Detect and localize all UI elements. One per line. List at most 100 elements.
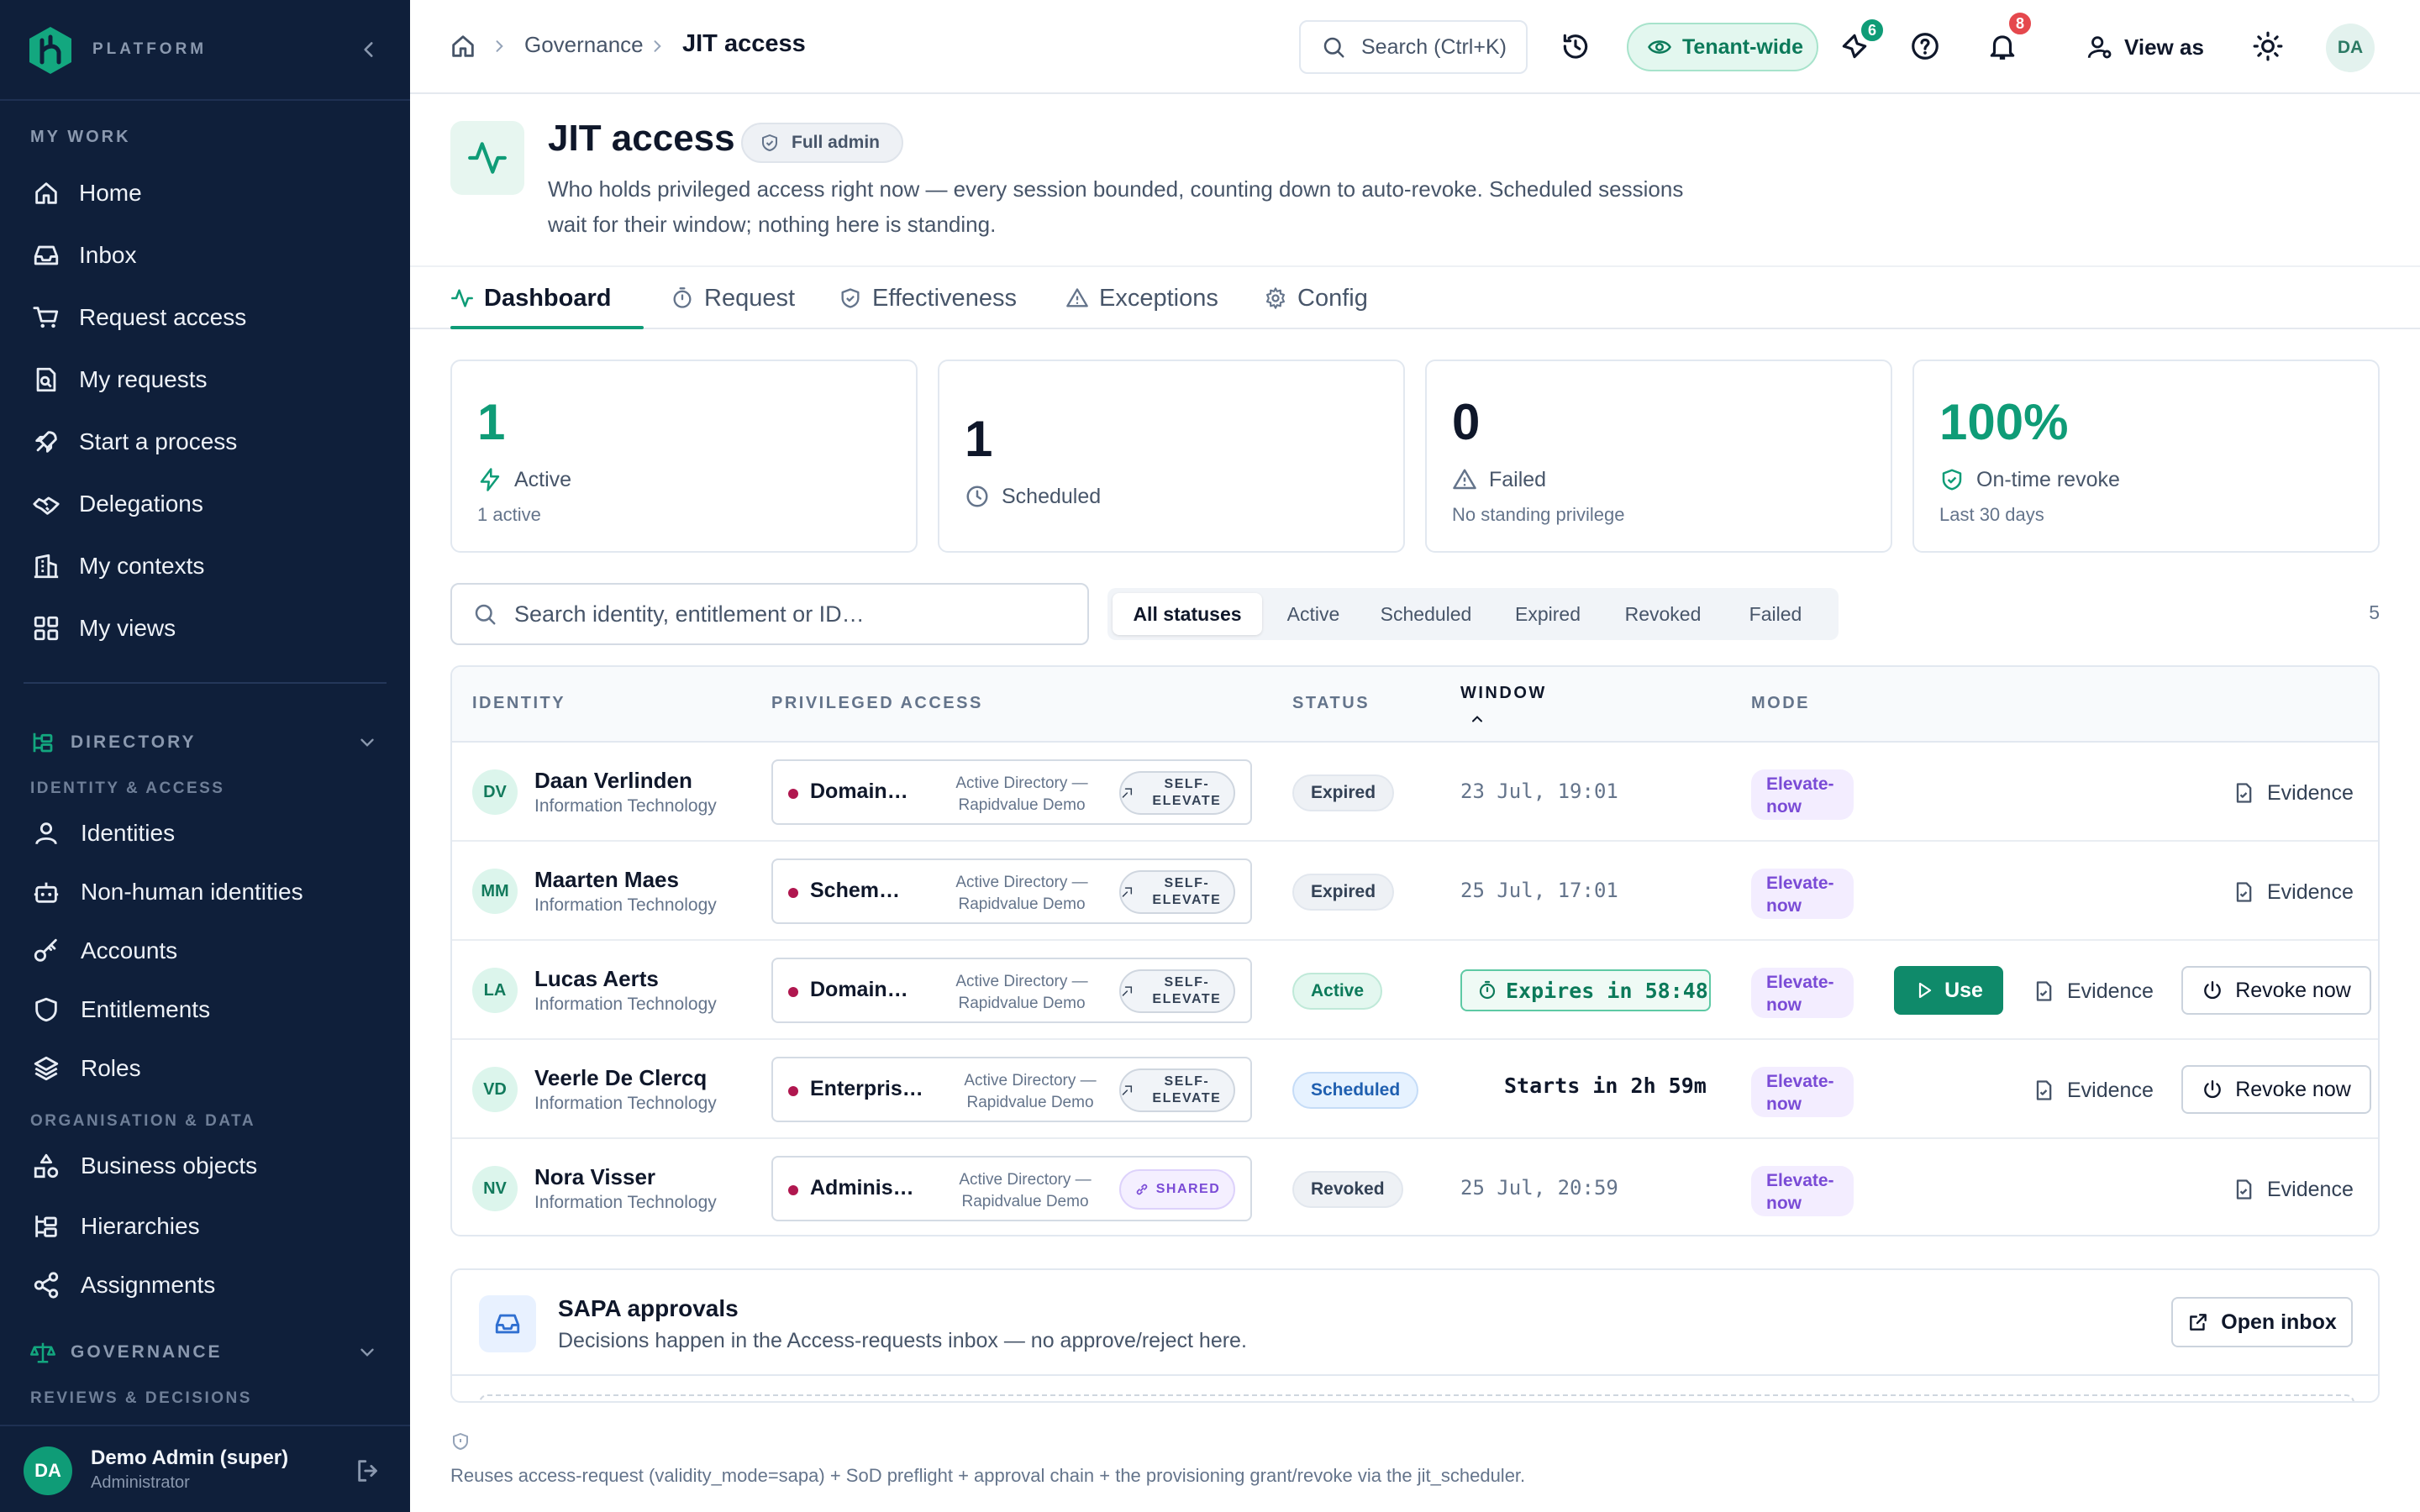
evidence-button[interactable]: Evidence: [2232, 874, 2354, 911]
home-icon[interactable]: [449, 32, 477, 60]
sidebar-item-label: My contexts: [79, 553, 205, 579]
use-session-button[interactable]: Use: [1894, 966, 2003, 1015]
identity-name[interactable]: Lucas Aerts: [534, 966, 659, 992]
breadcrumb-governance[interactable]: Governance: [524, 32, 644, 58]
sidebar-divider: [24, 682, 387, 684]
status-filter-failed[interactable]: Failed: [1724, 593, 1827, 635]
history-icon[interactable]: [1560, 30, 1591, 62]
status-filter-scheduled[interactable]: Scheduled: [1363, 593, 1489, 635]
sidebar-item-label: Inbox: [79, 242, 137, 268]
stat-value: 1: [477, 394, 506, 450]
handshake-icon: [33, 496, 60, 515]
evidence-label: Evidence: [2067, 979, 2154, 1003]
sidebar-item-inbox[interactable]: Inbox: [24, 228, 387, 282]
avatar: LA: [472, 968, 518, 1013]
mode-tag: SHARED: [1119, 1169, 1235, 1210]
view-as-button[interactable]: View as: [2086, 27, 2204, 67]
building-icon: [34, 554, 59, 579]
activity-icon: [451, 289, 473, 307]
sidebar-item-my-contexts[interactable]: My contexts: [24, 539, 387, 593]
sidebar-item-start-process[interactable]: Start a process: [24, 415, 387, 469]
mode-tag: SELF-ELEVATE: [1119, 870, 1235, 914]
entitlement-chip[interactable]: Enterprise Admins Active Directory — Rap…: [771, 1057, 1252, 1122]
identity-name[interactable]: Maarten Maes: [534, 867, 679, 893]
activity-count-badge: 6: [1859, 17, 1886, 44]
sidebar-item-my-requests[interactable]: My requests: [24, 353, 387, 407]
avatar[interactable]: DA: [2326, 24, 2375, 72]
entitlement-chip[interactable]: Domain Admins Active Directory — Rapidva…: [771, 958, 1252, 1023]
revoke-now-button[interactable]: Revoke now: [2181, 1065, 2371, 1114]
governance-group-toggle[interactable]: GOVERNANCE: [24, 1332, 387, 1373]
revoke-now-button[interactable]: Revoke now: [2181, 966, 2371, 1015]
evidence-button[interactable]: Evidence: [2232, 1171, 2354, 1208]
open-inbox-label: Open inbox: [2221, 1310, 2337, 1334]
evidence-button[interactable]: Evidence: [2032, 973, 2154, 1010]
inbox-icon: [495, 1314, 520, 1334]
evidence-button[interactable]: Evidence: [2232, 774, 2354, 811]
sidebar-item-label: Roles: [81, 1055, 141, 1081]
theme-sun-icon[interactable]: [2252, 30, 2284, 62]
identity-department: Information Technology: [534, 1193, 717, 1212]
chevron-right-icon: [654, 40, 661, 52]
identity-name[interactable]: Nora Visser: [534, 1164, 655, 1190]
tab-exceptions[interactable]: Exceptions: [1065, 267, 1218, 329]
identity-name[interactable]: Veerle De Clercq: [534, 1065, 707, 1091]
status-badge: Active: [1292, 973, 1383, 1010]
sidebar-item-business-objects[interactable]: Business objects: [24, 1139, 387, 1193]
sidebar-item-assignments[interactable]: Assignments: [24, 1258, 387, 1312]
entitlement-name: Enterprise Admins: [810, 1077, 924, 1100]
brand-name: PLATFORM: [92, 40, 208, 58]
stat-meta: Active: [477, 467, 571, 492]
stat-meta: Scheduled: [965, 484, 1101, 509]
status-filter-expired[interactable]: Expired: [1494, 593, 1602, 635]
status-filter-all[interactable]: All statuses: [1113, 593, 1262, 635]
tenant-label: Tenant-wide: [1682, 34, 1803, 59]
entitlement-source: Active Directory — Rapidvalue Demo: [955, 874, 1088, 913]
evidence-icon: [2036, 981, 2052, 1001]
sidebar-item-delegations[interactable]: Delegations: [24, 477, 387, 531]
sidebar-item-my-views[interactable]: My views: [24, 601, 387, 655]
column-window[interactable]: WINDOW: [1460, 684, 1547, 703]
sidebar-item-roles[interactable]: Roles: [24, 1042, 387, 1095]
sidebar-item-request-access[interactable]: Request access: [24, 291, 387, 344]
evidence-button[interactable]: Evidence: [2032, 1072, 2154, 1109]
sidebar-item-identities[interactable]: Identities: [24, 806, 387, 860]
page-title: JIT access: [548, 118, 735, 159]
directory-group-toggle[interactable]: DIRECTORY: [24, 722, 387, 763]
stat-sublabel: 1 active: [477, 504, 541, 525]
entitlement-chip[interactable]: Domain Admins Active Directory — Rapidva…: [771, 759, 1252, 825]
help-icon[interactable]: [1909, 30, 1941, 62]
sidebar-item-label: Business objects: [81, 1152, 258, 1179]
tab-effectiveness[interactable]: Effectiveness: [839, 267, 1017, 329]
column-privileged-access: PRIVILEGED ACCESS: [771, 694, 983, 712]
sidebar-item-home[interactable]: Home: [24, 166, 387, 220]
identity-name[interactable]: Daan Verlinden: [534, 768, 692, 794]
mode-tag-label: SELF-ELEVATE: [1152, 975, 1222, 1006]
user-profile[interactable]: DA Demo Admin (super) Administrator: [0, 1425, 410, 1512]
link-icon: [1136, 1184, 1147, 1195]
tab-request[interactable]: Request: [671, 267, 795, 329]
timer-icon: [1479, 980, 1496, 1000]
entitlement-chip[interactable]: Schema Admins Active Directory — Rapidva…: [771, 858, 1252, 924]
session-search-input[interactable]: Search identity, entitlement or ID…: [450, 583, 1089, 645]
tab-config[interactable]: Config: [1264, 267, 1368, 329]
status-filter-active[interactable]: Active: [1269, 593, 1358, 635]
sidebar-item-non-human-identities[interactable]: Non-human identities: [24, 865, 387, 919]
shapes-icon: [34, 1153, 59, 1179]
mode-tag: SELF-ELEVATE: [1119, 969, 1235, 1013]
collapse-sidebar-icon[interactable]: [358, 39, 380, 60]
entitlement-chip[interactable]: Administrators Active Directory — Rapidv…: [771, 1156, 1252, 1221]
tab-dashboard[interactable]: Dashboard: [450, 267, 611, 329]
global-search-button[interactable]: Search (Ctrl+K): [1299, 20, 1528, 74]
org-data-label: ORGANISATION & DATA: [30, 1112, 256, 1130]
status-filter-revoked[interactable]: Revoked: [1607, 593, 1719, 635]
tenant-scope-toggle[interactable]: Tenant-wide: [1627, 23, 1818, 71]
sidebar-item-entitlements[interactable]: Entitlements: [24, 983, 387, 1037]
sidebar-item-accounts[interactable]: Accounts: [24, 924, 387, 978]
eye-icon: [1648, 40, 1671, 54]
directory-label: DIRECTORY: [71, 732, 197, 752]
bolt-icon: [480, 468, 500, 491]
sidebar-item-hierarchies[interactable]: Hierarchies: [24, 1200, 387, 1253]
logout-icon[interactable]: [355, 1457, 383, 1485]
open-inbox-button[interactable]: Open inbox: [2171, 1297, 2353, 1347]
